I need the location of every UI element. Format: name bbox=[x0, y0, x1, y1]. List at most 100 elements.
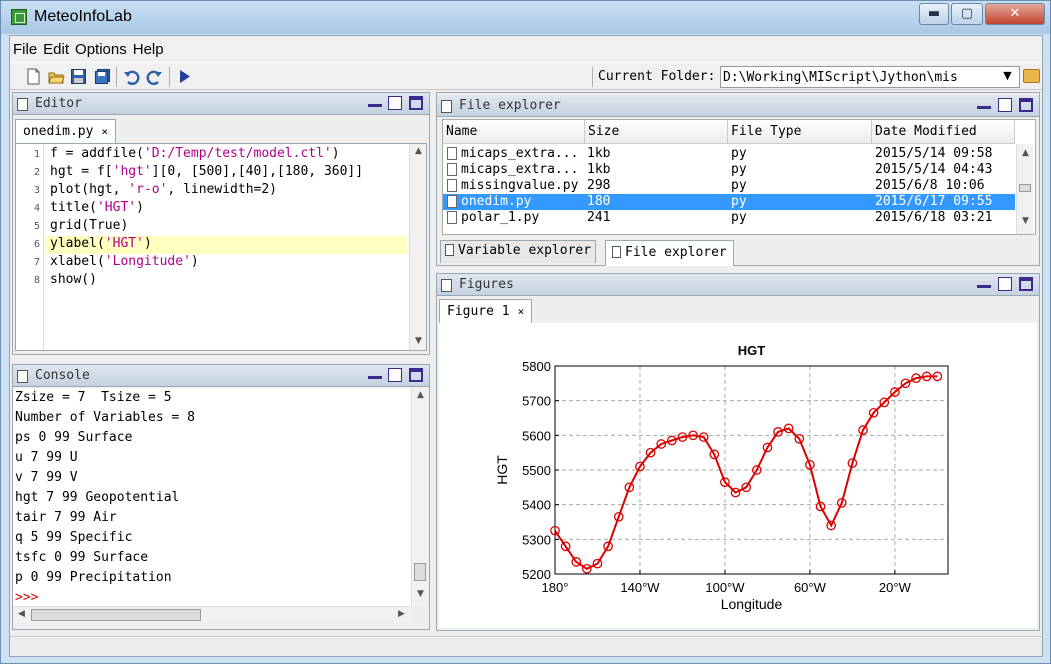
panel-maximize-icon[interactable] bbox=[409, 96, 423, 110]
scroll-down-icon[interactable]: ▼ bbox=[410, 336, 426, 346]
tab-label: Variable explorer bbox=[458, 243, 592, 258]
scroll-thumb[interactable] bbox=[1019, 184, 1031, 192]
tab-close-icon[interactable]: × bbox=[101, 125, 108, 138]
tab-close-icon[interactable]: × bbox=[518, 305, 525, 318]
new-file-icon[interactable] bbox=[25, 68, 42, 85]
scroll-up-icon[interactable]: ▲ bbox=[1017, 148, 1034, 158]
column-header-date-modified[interactable]: Date Modified bbox=[872, 120, 1015, 144]
table-row[interactable]: onedim.py 180 py 2015/6/17 09:55 bbox=[443, 194, 1015, 210]
console-line: Number of Variables = 8 bbox=[15, 410, 196, 425]
table-row[interactable]: micaps_extra... 1kb py 2015/5/14 04:43 bbox=[443, 162, 1015, 178]
panel-maximize-icon[interactable] bbox=[1019, 98, 1033, 112]
table-row[interactable]: missingvalue.py 298 py 2015/6/8 10:06 bbox=[443, 178, 1015, 194]
figure-canvas[interactable]: 180° 140°W 100°W 60°W 20°W 5200 5300 5400 5500 56… bbox=[439, 323, 1037, 628]
table-cell-date: 2015/6/18 03:21 bbox=[875, 210, 993, 225]
panel-float-icon[interactable] bbox=[998, 277, 1012, 291]
code-line: plot(hgt, 'r-o', linewidth=2) bbox=[50, 182, 277, 197]
save-all-icon[interactable] bbox=[94, 68, 111, 85]
file-explorer-panel-header: File explorer bbox=[437, 95, 1039, 117]
hgt-line-chart: 180° 140°W 100°W 60°W 20°W 5200 5300 5400 5500 56… bbox=[494, 343, 949, 612]
panel-float-icon[interactable] bbox=[388, 368, 402, 382]
title-bar[interactable]: MeteoInfoLab ▬ ▢ ✕ bbox=[1, 1, 1050, 34]
console-prompt: >>> bbox=[15, 590, 39, 605]
save-icon[interactable] bbox=[70, 68, 87, 85]
x-axis-label: Longitude bbox=[721, 596, 783, 612]
redo-icon[interactable] bbox=[146, 68, 163, 85]
scroll-thumb[interactable] bbox=[31, 609, 201, 621]
scroll-up-icon[interactable]: ▲ bbox=[412, 390, 429, 400]
table-cell-name: missingvalue.py bbox=[461, 178, 579, 193]
console-line: q 5 99 Specific bbox=[15, 530, 133, 545]
status-bar bbox=[10, 636, 1042, 656]
table-cell-date: 2015/5/14 09:58 bbox=[875, 146, 993, 161]
console-output[interactable]: Zsize = 7 Tsize = 5 Number of Variables =… bbox=[13, 388, 411, 606]
code-line: show() bbox=[50, 272, 97, 287]
panel-minimize-icon[interactable] bbox=[368, 97, 382, 107]
console-horizontal-scrollbar[interactable]: ◀ ▶ bbox=[13, 606, 411, 623]
file-table-vertical-scrollbar[interactable]: ▲ ▼ bbox=[1016, 144, 1033, 234]
scroll-left-icon[interactable]: ◀ bbox=[13, 609, 30, 619]
console-line: hgt 7 99 Geopotential bbox=[15, 490, 180, 505]
undo-icon[interactable] bbox=[123, 68, 140, 85]
app-logo-icon bbox=[11, 9, 27, 25]
console-line: v 7 99 V bbox=[15, 470, 78, 485]
maximize-button[interactable]: ▢ bbox=[951, 3, 983, 25]
scroll-right-icon[interactable]: ▶ bbox=[393, 609, 410, 619]
code-line: ylabel('HGT') bbox=[50, 236, 152, 251]
tab-file-explorer[interactable]: File explorer bbox=[605, 240, 734, 266]
python-file-icon bbox=[447, 147, 457, 160]
table-row[interactable]: polar_1.py 241 py 2015/6/18 03:21 bbox=[443, 210, 1015, 226]
editor-panel: Editor onedim.py × 1 f = addfile('D:/Temp/… bbox=[12, 92, 430, 355]
table-cell-type: py bbox=[731, 162, 747, 177]
scroll-up-icon[interactable]: ▲ bbox=[410, 146, 426, 156]
panel-float-icon[interactable] bbox=[388, 96, 402, 110]
document-icon bbox=[17, 370, 28, 383]
scroll-thumb[interactable] bbox=[414, 563, 426, 581]
menu-help[interactable]: Help bbox=[130, 36, 167, 58]
table-row[interactable]: micaps_extra... 1kb py 2015/5/14 09:58 bbox=[443, 146, 1015, 162]
menu-options[interactable]: Options bbox=[72, 36, 130, 58]
panel-float-icon[interactable] bbox=[998, 98, 1012, 112]
menu-file[interactable]: File bbox=[10, 36, 40, 58]
console-vertical-scrollbar[interactable]: ▲ ▼ bbox=[411, 388, 428, 606]
panel-minimize-icon[interactable] bbox=[977, 99, 991, 109]
x-tick-label: 180° bbox=[542, 580, 569, 595]
scroll-down-icon[interactable]: ▼ bbox=[412, 589, 429, 599]
browse-folder-icon[interactable] bbox=[1023, 69, 1040, 83]
minimize-button[interactable]: ▬ bbox=[919, 3, 949, 25]
run-icon[interactable] bbox=[176, 68, 193, 85]
panel-maximize-icon[interactable] bbox=[409, 368, 423, 382]
tab-variable-explorer[interactable]: Variable explorer bbox=[440, 240, 597, 263]
editor-panel-title: Editor bbox=[35, 96, 82, 111]
line-number: 8 bbox=[33, 275, 40, 286]
console-panel: Console Zsize = 7 Tsize = 5 Number of Var… bbox=[12, 364, 430, 630]
menu-edit[interactable]: Edit bbox=[40, 36, 72, 58]
code-line: f = addfile('D:/Temp/test/model.ctl') bbox=[50, 146, 340, 161]
y-tick-label: 5700 bbox=[522, 394, 551, 409]
panel-maximize-icon[interactable] bbox=[1019, 277, 1033, 291]
chevron-down-icon[interactable]: ▼ bbox=[995, 66, 1020, 88]
panel-minimize-icon[interactable] bbox=[977, 278, 991, 288]
table-cell-size: 241 bbox=[587, 210, 611, 225]
line-number: 4 bbox=[33, 203, 40, 214]
python-file-icon bbox=[447, 179, 457, 192]
x-tick-label: 20°W bbox=[879, 580, 912, 595]
code-editor[interactable]: 1 f = addfile('D:/Temp/test/model.ctl') 2 h… bbox=[15, 143, 427, 351]
toolbar-separator bbox=[116, 67, 117, 87]
menu-bar: File Edit Options Help bbox=[10, 36, 1042, 62]
current-folder-combo[interactable]: D:\Working\MIScript\Jython\mis bbox=[720, 66, 1020, 88]
column-header-file-type[interactable]: File Type bbox=[728, 120, 872, 144]
close-button[interactable]: ✕ bbox=[985, 3, 1045, 25]
editor-vertical-scrollbar[interactable]: ▲ ▼ bbox=[409, 144, 426, 350]
toolbar-separator bbox=[169, 67, 170, 87]
table-cell-type: py bbox=[731, 178, 747, 193]
column-header-name[interactable]: Name bbox=[443, 120, 585, 144]
tab-figure-1[interactable]: Figure 1 × bbox=[439, 299, 533, 323]
open-folder-icon[interactable] bbox=[48, 68, 65, 85]
column-header-size[interactable]: Size bbox=[585, 120, 728, 144]
panel-minimize-icon[interactable] bbox=[368, 369, 382, 379]
tab-onedim-py[interactable]: onedim.py × bbox=[15, 119, 117, 143]
scroll-down-icon[interactable]: ▼ bbox=[1017, 216, 1034, 226]
tab-label: Figure 1 bbox=[447, 304, 510, 319]
y-tick-label: 5600 bbox=[522, 428, 551, 443]
